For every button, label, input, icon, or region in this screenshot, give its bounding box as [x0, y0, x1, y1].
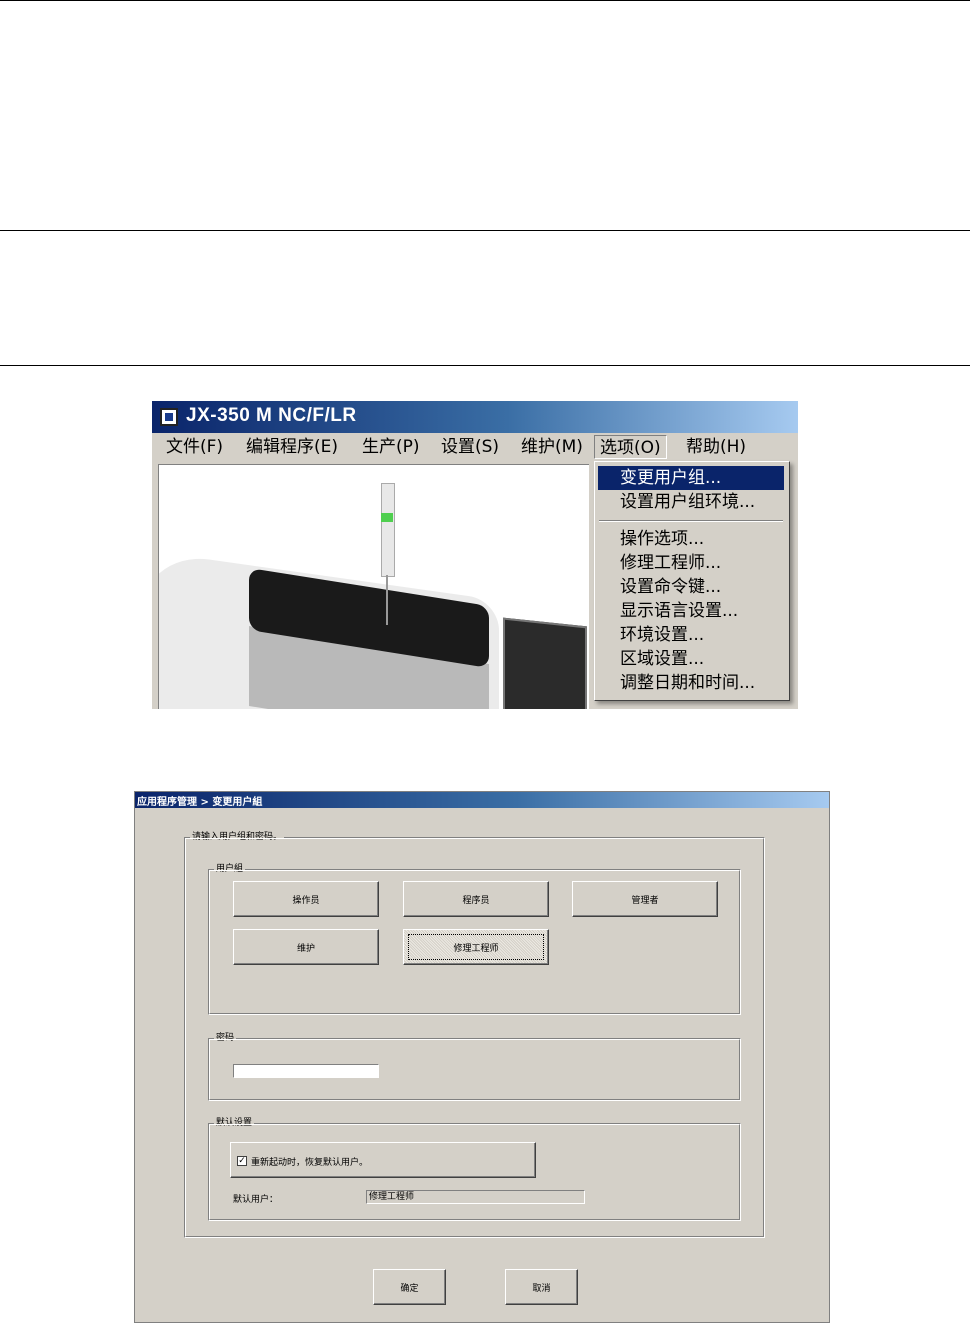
maintenance-button[interactable]: 维护 — [233, 929, 379, 965]
default-user-label: 默认用户： — [233, 1195, 279, 1205]
menu-item-change-user-group[interactable]: 变更用户组... — [598, 466, 784, 490]
machine-view — [158, 464, 589, 709]
user-group-label: 用户組 — [214, 863, 246, 875]
app-icon — [160, 408, 178, 426]
cancel-button[interactable]: 取消 — [505, 1269, 578, 1305]
app-title: JX-350 M NC/F/LR — [186, 405, 357, 426]
dialog-title-bar: 应用程序管理 > 变更用户組 — [135, 792, 829, 808]
menu-item-date-time[interactable]: 调整日期和时间... — [598, 671, 784, 695]
app-title-bar: JX-350 M NC/F/LR — [152, 401, 798, 433]
menu-separator — [599, 520, 783, 522]
menu-help[interactable]: 帮助(H) — [681, 435, 751, 459]
signal-tower — [381, 483, 395, 577]
restore-default-label: 重新起动时，恢复默认用户。 — [251, 1158, 369, 1168]
administrator-button[interactable]: 管理者 — [572, 881, 718, 917]
machine-monitor — [503, 617, 587, 709]
restore-default-option[interactable]: ✓ 重新起动时，恢复默认用户。 — [230, 1142, 536, 1178]
signal-tower-green-light — [381, 513, 393, 522]
default-settings-label: 默认设置 — [214, 1117, 255, 1129]
menu-item-region[interactable]: 区域设置... — [598, 647, 784, 671]
operator-button[interactable]: 操作员 — [233, 881, 379, 917]
options-dropdown-menu: 变更用户组... 设置用户组环境... 操作选项... 修理工程师... 设置命… — [594, 461, 790, 701]
top-rule — [0, 0, 970, 1]
section-rule-1 — [0, 230, 970, 231]
password-input[interactable] — [233, 1064, 379, 1078]
menu-item-display-language[interactable]: 显示语言设置... — [598, 599, 784, 623]
change-user-group-dialog: 应用程序管理 > 变更用户組 请输入用户组和密码。 用户組 操作员 程序员 管理… — [134, 791, 830, 1323]
menu-settings[interactable]: 设置(S) — [436, 435, 504, 459]
password-label: 密码 — [214, 1032, 237, 1044]
section-rule-2 — [0, 365, 970, 366]
app-window: JX-350 M NC/F/LR 文件(F) 编辑程序(E) 生产(P) 设置(… — [152, 401, 798, 709]
menu-bar: 文件(F) 编辑程序(E) 生产(P) 设置(S) 维护(M) 选项(O) 帮助… — [152, 433, 798, 461]
menu-item-environment[interactable]: 环境设置... — [598, 623, 784, 647]
menu-item-user-group-env[interactable]: 设置用户组环境... — [598, 490, 784, 514]
menu-production[interactable]: 生产(P) — [357, 435, 425, 459]
menu-file[interactable]: 文件(F) — [161, 435, 228, 459]
service-engineer-button[interactable]: 修理工程师 — [403, 929, 549, 965]
signal-tower-pole — [386, 575, 388, 625]
restore-default-checkbox[interactable]: ✓ — [237, 1156, 247, 1166]
dialog-title: 应用程序管理 > 变更用户組 — [137, 797, 263, 808]
menu-item-operation-options[interactable]: 操作选项... — [598, 527, 784, 551]
programmer-button[interactable]: 程序员 — [403, 881, 549, 917]
menu-item-command-keys[interactable]: 设置命令键... — [598, 575, 784, 599]
ok-button[interactable]: 确定 — [373, 1269, 446, 1305]
menu-edit-program[interactable]: 编辑程序(E) — [241, 435, 343, 459]
default-user-field: 修理工程师 — [366, 1190, 585, 1204]
menu-item-service-engineer[interactable]: 修理工程师... — [598, 551, 784, 575]
menu-maintenance[interactable]: 维护(M) — [516, 435, 588, 459]
menu-options[interactable]: 选项(O) — [594, 435, 667, 459]
user-password-group-label: 请输入用户组和密码。 — [190, 831, 285, 843]
